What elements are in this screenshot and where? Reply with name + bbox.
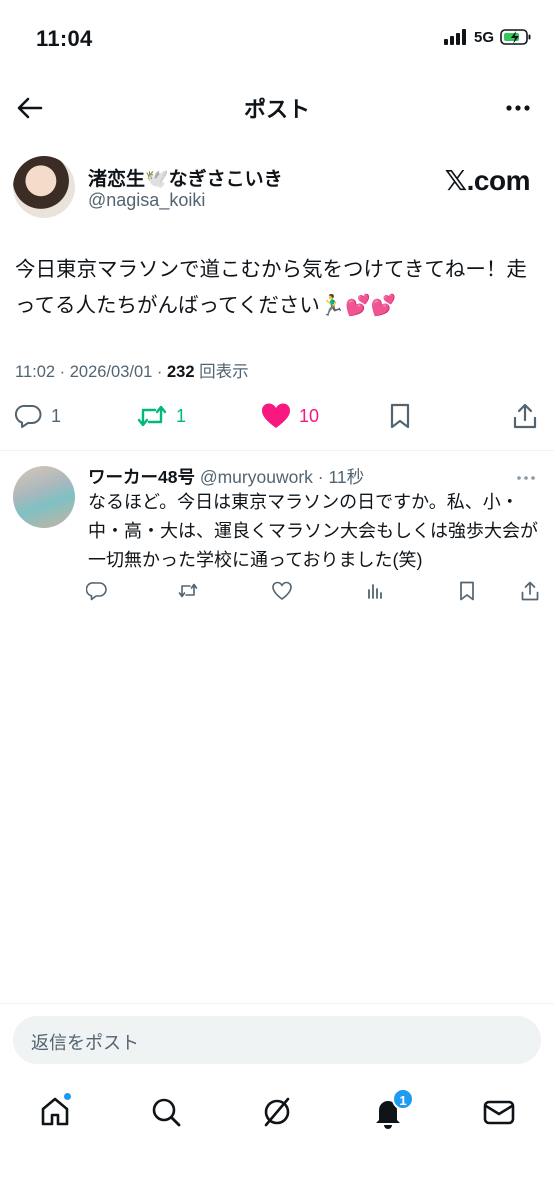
reply-button[interactable]: 1 <box>15 402 61 430</box>
heart-icon <box>262 403 290 428</box>
reply-share-icon[interactable] <box>519 580 541 602</box>
reply-icon <box>15 404 42 428</box>
grok-icon <box>264 1097 290 1127</box>
post-author: 渚恋生🕊️なぎさこいき @nagisa_koiki 𝕏.com <box>0 150 554 226</box>
top-header: ポスト <box>0 80 554 136</box>
share-icon <box>513 403 537 429</box>
share-button[interactable] <box>511 402 539 430</box>
divider <box>0 1003 554 1004</box>
reply-more-icon[interactable] <box>514 466 538 490</box>
tab-search[interactable] <box>148 1094 184 1130</box>
repost-icon <box>137 405 167 427</box>
tab-notifications[interactable]: 1 <box>370 1088 414 1130</box>
reply-item[interactable]: ワーカー48号 @muryouwork · 11秒 なるほど。今日は東京マラソン… <box>0 460 554 610</box>
views-label[interactable]: 回表示 <box>199 363 249 381</box>
bookmark-icon <box>390 403 410 429</box>
status-bar: 11:04 5G <box>0 0 554 80</box>
mail-icon <box>483 1100 515 1125</box>
tab-home[interactable] <box>37 1092 73 1130</box>
reply-like-icon[interactable] <box>271 580 293 602</box>
post-text: 今日東京マラソンで道こむから気をつけてきてねー！走ってる人たちがんばってください… <box>15 258 527 317</box>
reply-author-name[interactable]: ワーカー48号 <box>88 467 195 487</box>
bookmark-button[interactable] <box>387 402 413 430</box>
repost-count: 1 <box>176 405 187 426</box>
author-display-name[interactable]: 渚恋生🕊️なぎさこいき <box>88 164 283 191</box>
signal-icon <box>443 29 466 45</box>
more-options-icon[interactable] <box>502 92 534 124</box>
page-title: ポスト <box>243 97 310 122</box>
reply-time: · 11秒 <box>317 467 365 487</box>
reply-input[interactable]: 返信をポスト <box>13 1016 541 1064</box>
reply-text: なるほど。今日は東京マラソンの日ですか。私、小・中・高・大は、運良くマラソン大会… <box>88 492 538 570</box>
author-avatar[interactable] <box>13 156 75 218</box>
battery-icon <box>500 29 531 45</box>
reply-author-avatar[interactable] <box>13 466 75 528</box>
reply-count: 1 <box>51 405 62 426</box>
divider <box>0 450 554 451</box>
reply-bookmark-icon[interactable] <box>456 580 478 602</box>
reply-header: ワーカー48号 @muryouwork · 11秒 <box>88 464 364 489</box>
status-time: 11:04 <box>36 26 93 51</box>
post-timestamp: 11:02 · 2026/03/01 · <box>15 363 167 381</box>
author-handle[interactable]: @nagisa_koiki <box>88 190 205 211</box>
views-count: 232 <box>166 363 195 381</box>
home-badge-dot <box>63 1092 72 1101</box>
tab-grok[interactable] <box>259 1094 295 1130</box>
post-meta: 11:02 · 2026/03/01 · 232 回表示 <box>15 358 249 382</box>
x-com-watermark: 𝕏.com <box>444 165 531 196</box>
like-count: 10 <box>299 405 320 426</box>
post-actions: 1 1 10 <box>0 398 554 438</box>
reply-views-icon[interactable] <box>364 580 386 602</box>
reply-author-handle[interactable]: @muryouwork <box>200 467 313 487</box>
like-button[interactable]: 10 <box>261 402 319 430</box>
bottom-tab-bar: 1 <box>0 1086 554 1142</box>
status-indicators: 5G <box>443 28 532 46</box>
reply-actions <box>0 580 554 606</box>
network-label: 5G <box>473 28 494 46</box>
reply-reply-icon[interactable] <box>86 580 108 602</box>
repost-button[interactable]: 1 <box>136 402 186 430</box>
reply-input-placeholder: 返信をポスト <box>31 1033 139 1053</box>
tab-messages[interactable] <box>481 1094 517 1130</box>
notifications-badge: 1 <box>392 1088 414 1110</box>
reply-repost-icon[interactable] <box>177 580 199 602</box>
search-icon <box>152 1098 181 1127</box>
